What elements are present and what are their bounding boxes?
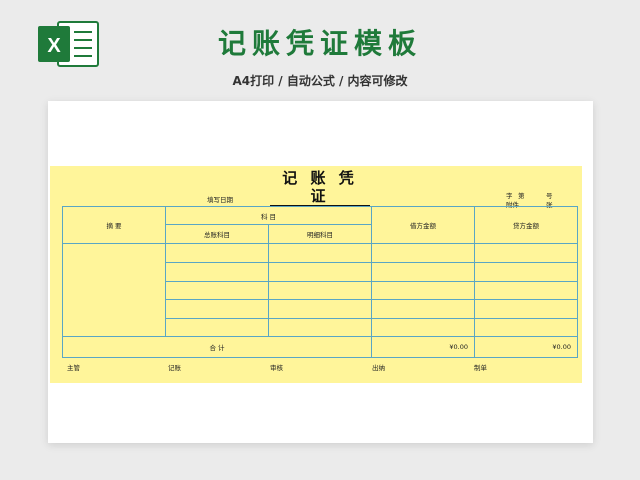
detail-ledger-cell[interactable] [267, 317, 373, 338]
banner-title: 记账凭证模板 [217, 27, 422, 60]
general-ledger-cell[interactable] [165, 317, 269, 338]
credit-cell[interactable] [474, 242, 579, 264]
debit-cell[interactable] [371, 317, 476, 338]
fill-date-label: 填写日期 [207, 196, 233, 204]
voucher-table: 摘 要 科 目 借方金额 贷方金额 总账科目 明细科目 合 计 ¥0.00 ¥0… [61, 205, 579, 358]
summary-header: 摘 要 [62, 206, 166, 244]
sheet-preview: 记 账 凭 证 填写日期 字 第 号 附件 张 摘 要 科 目 借方金额 贷方金… [48, 101, 593, 443]
debit-header: 借方金额 [371, 206, 476, 244]
credit-cell[interactable] [474, 262, 579, 282]
debit-cell[interactable] [371, 242, 476, 264]
voucher-title: 记 账 凭 证 [270, 169, 370, 206]
total-credit: ¥0.00 [474, 336, 579, 358]
detail-ledger-header: 明细科目 [267, 224, 373, 244]
banner-subtitle: A4打印 / 自动公式 / 内容可修改 [232, 74, 408, 88]
excel-logo-icon: X [38, 21, 99, 67]
voucher-form: 记 账 凭 证 填写日期 字 第 号 附件 张 摘 要 科 目 借方金额 贷方金… [50, 166, 582, 383]
total-label: 合 计 [61, 336, 373, 358]
signature-preparer: 制单 [474, 364, 487, 372]
debit-cell[interactable] [371, 299, 476, 319]
general-ledger-header: 总账科目 [165, 224, 269, 244]
credit-header: 贷方金额 [474, 206, 579, 244]
general-ledger-cell[interactable] [165, 262, 269, 282]
signature-cashier: 出纳 [372, 364, 385, 372]
detail-ledger-cell[interactable] [267, 262, 373, 282]
debit-cell[interactable] [371, 262, 476, 282]
debit-cell[interactable] [371, 280, 476, 301]
detail-ledger-cell[interactable] [267, 280, 373, 301]
signature-bookkeeper: 记账 [168, 364, 181, 372]
detail-ledger-cell[interactable] [267, 299, 373, 319]
credit-cell[interactable] [474, 280, 579, 301]
subject-header: 科 目 [164, 205, 373, 226]
signature-reviewer: 审核 [270, 364, 283, 372]
signature-supervisor: 主管 [67, 364, 80, 372]
detail-ledger-cell[interactable] [267, 242, 373, 264]
credit-cell[interactable] [474, 299, 579, 319]
general-ledger-cell[interactable] [165, 242, 269, 264]
excel-logo-letter: X [47, 35, 61, 57]
summary-cell[interactable] [62, 242, 166, 338]
credit-cell[interactable] [474, 317, 579, 338]
general-ledger-cell[interactable] [165, 280, 269, 301]
general-ledger-cell[interactable] [165, 299, 269, 319]
total-debit: ¥0.00 [371, 336, 476, 358]
